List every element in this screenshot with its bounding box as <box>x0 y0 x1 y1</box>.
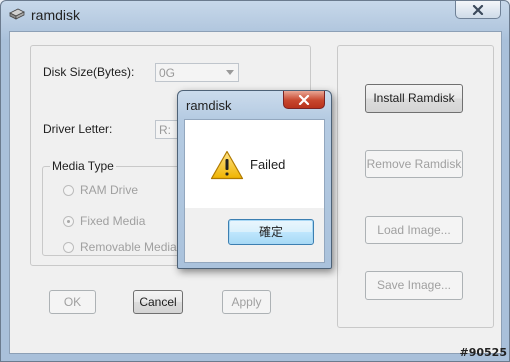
fixed-media-label: Fixed Media <box>80 214 146 228</box>
cancel-button[interactable]: Cancel <box>133 290 183 314</box>
remove-ramdisk-button[interactable]: Remove Ramdisk <box>365 150 463 178</box>
removable-media-label: Removable Media <box>80 240 177 254</box>
driver-letter-value: R: <box>159 123 171 137</box>
disk-app-icon <box>9 7 25 21</box>
watermark-text: #90525 <box>459 346 508 359</box>
disk-size-label: Disk Size(Bytes): <box>43 65 135 79</box>
confirm-button[interactable]: 確定 <box>228 219 314 245</box>
media-type-title: Media Type <box>50 159 116 173</box>
removable-media-radio[interactable] <box>63 242 74 253</box>
install-ramdisk-button[interactable]: Install Ramdisk <box>365 84 463 113</box>
window-title: ramdisk <box>31 7 81 23</box>
chevron-down-icon <box>223 65 237 80</box>
load-image-button[interactable]: Load Image... <box>365 216 463 244</box>
dialog-title: ramdisk <box>186 98 232 113</box>
close-icon <box>472 4 484 15</box>
driver-letter-label: Driver Letter: <box>43 122 113 136</box>
window-titlebar[interactable]: ramdisk <box>1 1 509 27</box>
dialog-message: Failed <box>250 157 286 172</box>
dialog-footer: 確定 <box>185 208 324 262</box>
fixed-media-radio[interactable] <box>63 216 74 227</box>
ram-drive-label: RAM Drive <box>80 183 139 197</box>
disk-size-value: 0G <box>159 66 176 80</box>
dialog-body: Failed 確定 <box>184 119 325 263</box>
error-dialog: ramdisk Failed 確定 <box>177 90 332 269</box>
dialog-close-button[interactable] <box>283 91 325 109</box>
apply-button[interactable]: Apply <box>222 290 271 314</box>
disk-size-combo[interactable]: 0G <box>155 63 239 82</box>
ram-drive-radio[interactable] <box>63 185 74 196</box>
ok-button[interactable]: OK <box>49 290 96 314</box>
warning-icon <box>210 150 244 183</box>
save-image-button[interactable]: Save Image... <box>365 271 463 300</box>
close-icon <box>298 94 310 105</box>
window-close-button[interactable] <box>455 1 501 19</box>
